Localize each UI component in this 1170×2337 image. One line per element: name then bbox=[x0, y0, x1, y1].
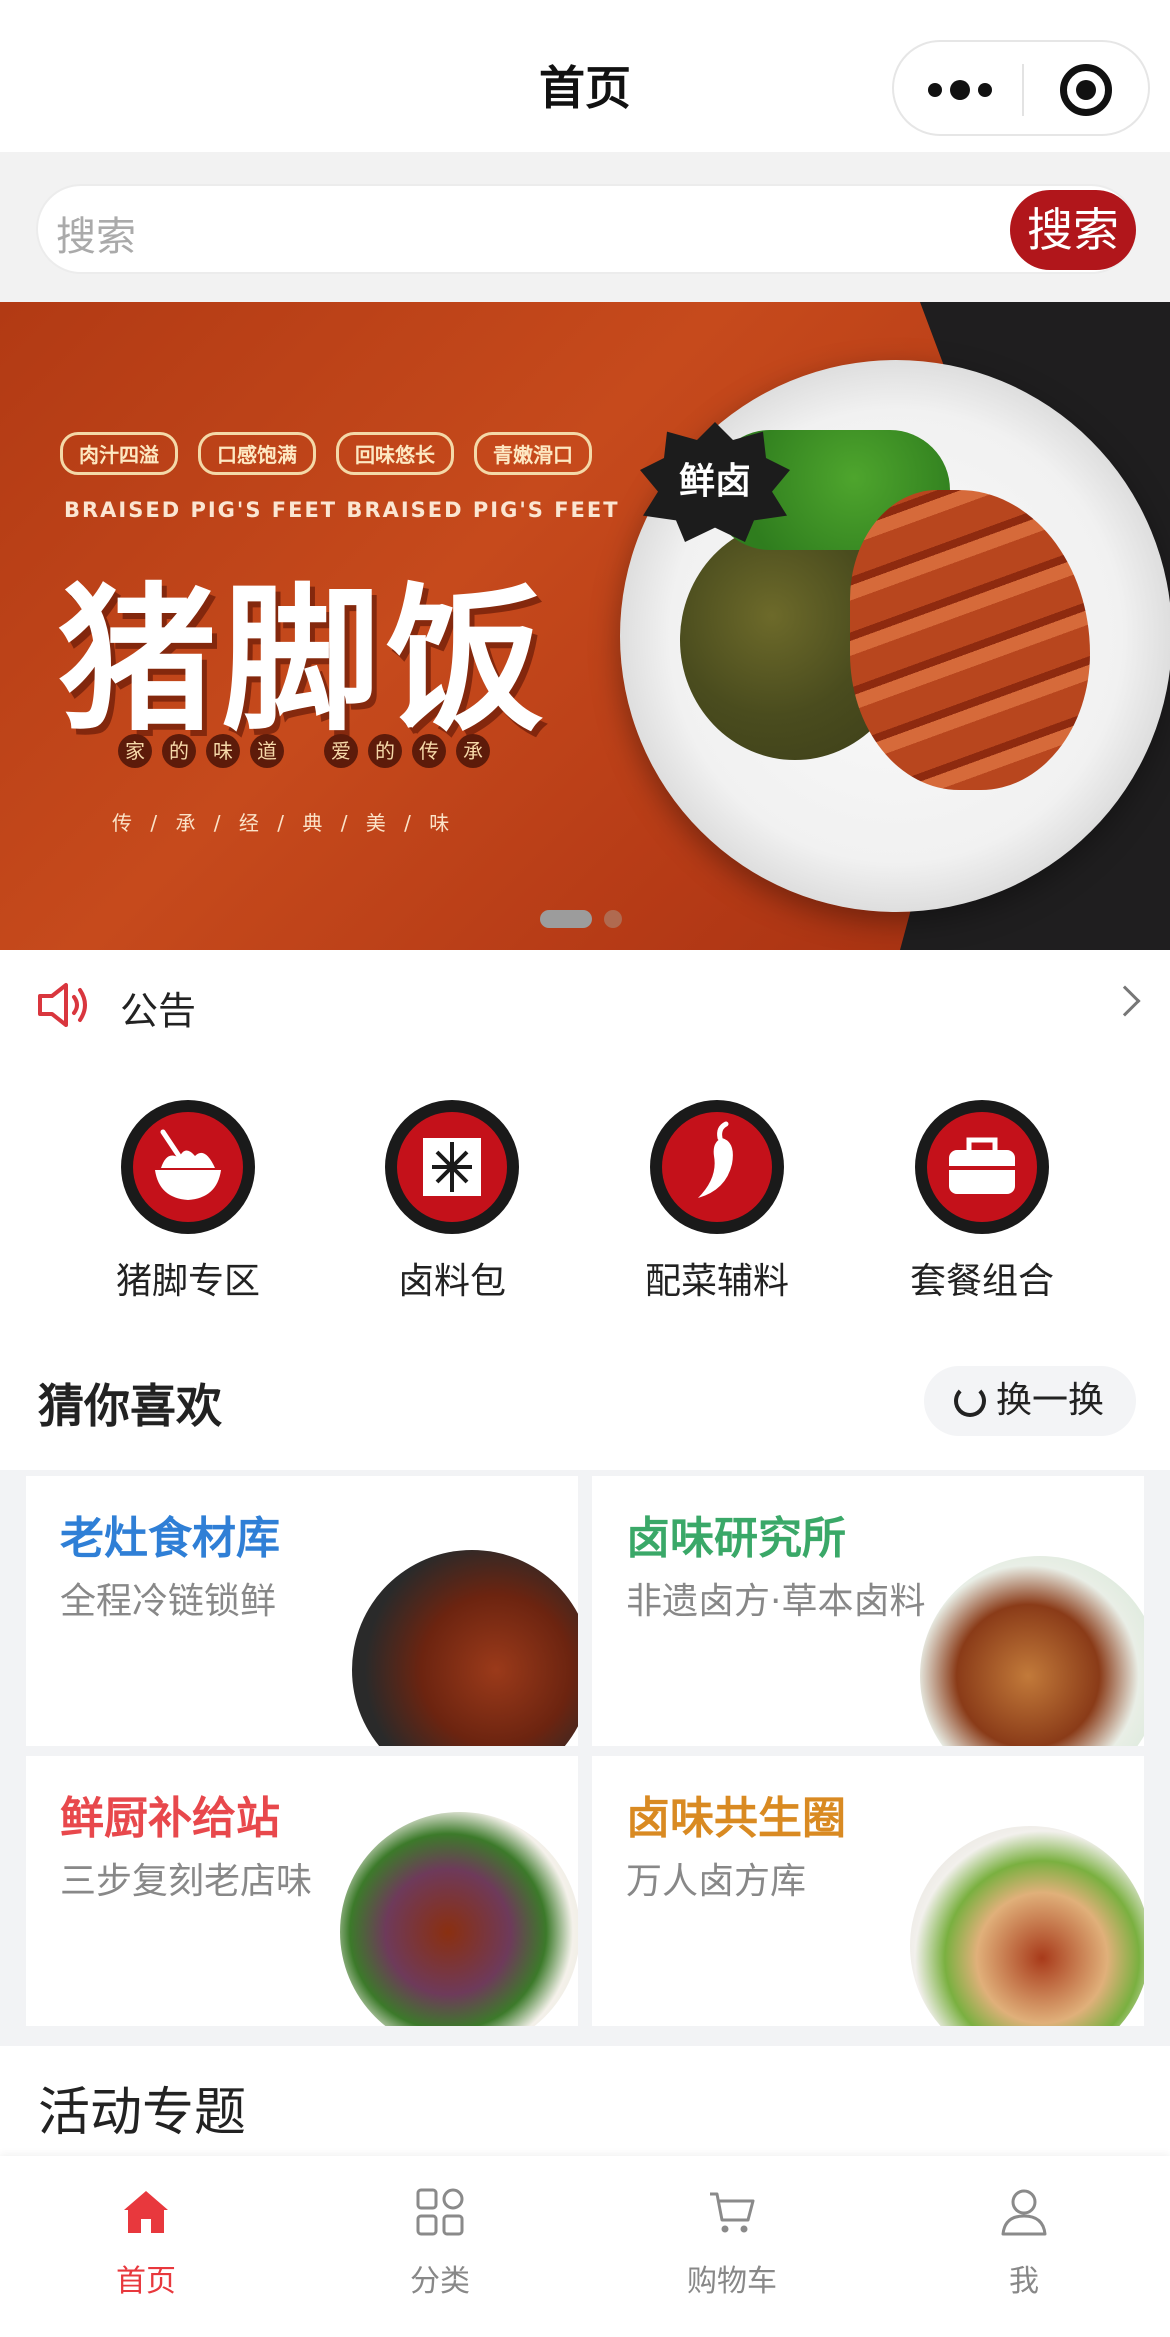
refresh-icon bbox=[954, 1385, 986, 1417]
indicator-dot-active[interactable] bbox=[540, 910, 592, 928]
card-title: 老灶食材库 bbox=[60, 1513, 280, 1564]
tab-label: 我 bbox=[1009, 2264, 1039, 2299]
category-label: 卤料包 bbox=[397, 1261, 506, 1302]
carousel-indicator bbox=[540, 910, 622, 928]
banner-title: 猪脚饭 bbox=[58, 568, 550, 753]
chili-icon bbox=[650, 1100, 784, 1234]
card-subtitle: 三步复刻老店味 bbox=[60, 1861, 313, 1902]
indicator-dot[interactable] bbox=[604, 910, 622, 928]
recommend-card[interactable]: 卤味共生圈 万人卤方库 bbox=[592, 1756, 1144, 2026]
tab-cart[interactable]: 购物车 bbox=[632, 2186, 832, 2316]
home-icon bbox=[124, 2191, 168, 2233]
tab-home[interactable]: 首页 bbox=[46, 2186, 246, 2316]
motto-gap bbox=[294, 734, 314, 768]
tab-label: 首页 bbox=[116, 2264, 176, 2299]
pork-rice-bowl-image bbox=[910, 1826, 1144, 2026]
banner-legacy-line: 传 / 承 / 经 / 典 / 美 / 味 bbox=[112, 811, 456, 835]
section-title: 活动专题 bbox=[38, 2083, 247, 2143]
banner-tags: 肉汁四溢 口感饱满 回味悠长 青嫩滑口 bbox=[60, 432, 592, 475]
chevron-right-icon bbox=[1109, 985, 1141, 1017]
spice-pack-icon bbox=[385, 1100, 519, 1234]
banner-tag: 口感饱满 bbox=[198, 432, 316, 475]
card-subtitle: 万人卤方库 bbox=[626, 1861, 807, 1902]
category-item-combo[interactable]: 套餐组合 bbox=[882, 1100, 1082, 1320]
section-title: 猜你喜欢 bbox=[38, 1379, 222, 1433]
recommend-card[interactable]: 卤味研究所 非遗卤方·草本卤料 bbox=[592, 1476, 1144, 1746]
motto-char: 的 bbox=[368, 734, 402, 768]
banner-tag: 肉汁四溢 bbox=[60, 432, 178, 475]
lunchbox-icon bbox=[915, 1100, 1049, 1234]
search-button[interactable]: 搜索 bbox=[1010, 190, 1136, 270]
motto-char: 传 bbox=[412, 734, 446, 768]
search-placeholder: 搜索 bbox=[56, 214, 136, 260]
motto-char: 家 bbox=[118, 734, 152, 768]
banner-subtitle: BRAISED PIG'S FEET BRAISED PIG'S FEET bbox=[64, 498, 620, 522]
refresh-label: 换一换 bbox=[996, 1380, 1105, 1421]
cart-icon bbox=[710, 2192, 755, 2233]
rice-bowl-icon bbox=[121, 1100, 255, 1234]
card-title: 卤味共生圈 bbox=[626, 1793, 846, 1844]
braised-trotter-bowl-image bbox=[920, 1556, 1144, 1746]
braised-pork-slices bbox=[850, 490, 1090, 790]
activity-section: 活动专题 bbox=[0, 2046, 1170, 2156]
tab-category[interactable]: 分类 bbox=[340, 2186, 540, 2316]
banner-motto: 家 的 味 道 爱 的 传 承 bbox=[118, 734, 490, 768]
tab-label: 分类 bbox=[410, 2264, 470, 2299]
search-input[interactable]: 搜索 搜索 bbox=[36, 184, 1136, 274]
search-area: 搜索 搜索 bbox=[0, 152, 1170, 302]
braised-pork-dish-image bbox=[352, 1550, 578, 1746]
category-item-pig-feet[interactable]: 猪脚专区 bbox=[88, 1100, 288, 1320]
recommend-grid: 老灶食材库 全程冷链锁鲜 卤味研究所 非遗卤方·草本卤料 鲜厨补给站 三步复刻老… bbox=[0, 1470, 1170, 2046]
card-title: 鲜厨补给站 bbox=[60, 1793, 280, 1844]
notice-label: 公告 bbox=[120, 989, 197, 1033]
category-label: 套餐组合 bbox=[909, 1261, 1054, 1302]
category-item-spice-pack[interactable]: 卤料包 bbox=[352, 1100, 552, 1320]
meal-plate-image bbox=[340, 1812, 578, 2026]
user-icon bbox=[1001, 2189, 1047, 2236]
card-subtitle: 非遗卤方·草本卤料 bbox=[626, 1581, 926, 1622]
category-shortcuts: 猪脚专区 卤料包 配菜辅料 套餐组合 bbox=[0, 1060, 1170, 1330]
category-label: 猪脚专区 bbox=[115, 1261, 260, 1302]
guess-you-like-header: 猜你喜欢 换一换 bbox=[0, 1330, 1170, 1470]
category-label: 配菜辅料 bbox=[644, 1261, 789, 1302]
tab-bar: 首页 分类 购物车 我 bbox=[0, 2156, 1170, 2337]
category-icon bbox=[416, 2188, 464, 2236]
promo-banner[interactable]: 肉汁四溢 口感饱满 回味悠长 青嫩滑口 BRAISED PIG'S FEET B… bbox=[0, 302, 1170, 950]
banner-tag: 回味悠长 bbox=[336, 432, 454, 475]
motto-char: 味 bbox=[206, 734, 240, 768]
category-item-side-dishes[interactable]: 配菜辅料 bbox=[617, 1100, 817, 1320]
motto-char: 道 bbox=[250, 734, 284, 768]
card-subtitle: 全程冷链锁鲜 bbox=[60, 1581, 277, 1622]
motto-char: 的 bbox=[162, 734, 196, 768]
banner-tag: 青嫩滑口 bbox=[474, 432, 592, 475]
card-title: 卤味研究所 bbox=[626, 1513, 846, 1564]
recommend-card[interactable]: 老灶食材库 全程冷链锁鲜 bbox=[26, 1476, 578, 1746]
capsule-divider bbox=[1022, 64, 1024, 116]
close-target-icon[interactable] bbox=[1060, 64, 1112, 116]
motto-char: 承 bbox=[456, 734, 490, 768]
more-options-icon[interactable] bbox=[928, 42, 992, 138]
refresh-button[interactable]: 换一换 bbox=[924, 1366, 1136, 1436]
tab-me[interactable]: 我 bbox=[924, 2186, 1124, 2316]
notice-bar[interactable]: 公告 bbox=[0, 950, 1170, 1060]
tab-label: 购物车 bbox=[687, 2264, 777, 2299]
speaker-icon bbox=[38, 983, 87, 1027]
motto-char: 爱 bbox=[324, 734, 358, 768]
recommend-card[interactable]: 鲜厨补给站 三步复刻老店味 bbox=[26, 1756, 578, 2026]
navigation-bar: 首页 bbox=[0, 0, 1170, 152]
mini-program-capsule bbox=[892, 40, 1150, 136]
